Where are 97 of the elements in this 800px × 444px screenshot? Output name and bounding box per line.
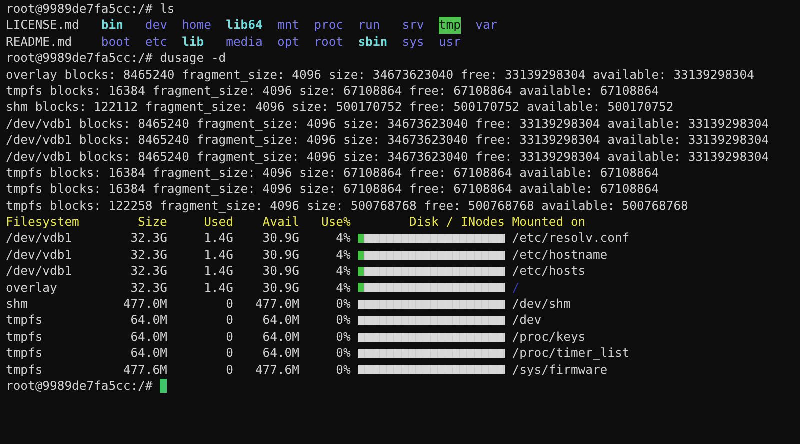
table-cell-text: 64.0M [262,345,300,362]
table-cell-text: 0% [335,328,351,346]
table-cell-text: 4% [335,246,351,264]
table-cell-text: 0% [335,312,351,329]
table-cell-text: /etc/hosts [512,263,587,280]
table-cell-text: 30.9G [262,280,300,296]
table-cell-text: /sys/firmware [512,362,609,378]
table-cell-text: 64.0M [262,312,300,329]
output-line: tmpfs blocks: 16384 fragment_size: 4096 size: 67108864 free: 67108864 available: 67108864 [6,181,660,198]
table-cell-text: tmpfs [6,312,44,329]
directory-name: mnt [277,17,300,34]
table-cell-text: 0% [335,296,351,312]
output-line: tmpfs blocks: 16384 fragment_size: 4096 size: 67108864 free: 67108864 available: 67108864 [6,82,660,100]
column-header: Used [203,214,234,230]
directory-name: run [358,17,380,34]
table-cell-text: 64.0M [130,312,168,329]
directory-name: root [314,34,344,50]
shell-prompt: root@9989de7fa5cc:/# [6,1,153,18]
table-cell-text: /dev/vdb1 [6,263,74,280]
table-cell-text: 64.0M [130,345,168,362]
table-cell-text: 1.4G [203,230,234,247]
file-name: README.md [6,34,72,50]
symlink-name: lib [182,34,204,50]
table-cell-text: 0 [225,296,234,312]
output-line: /dev/vdb1 blocks: 8465240 fragment_size: 4096 size: 34673623040 free: 33139298304 available: 33139298304 [6,116,770,132]
table-cell-text: tmpfs [6,328,44,346]
table-cell-text: 1.4G [203,280,234,296]
symlink-name: bin [101,17,124,34]
table-cell-text: 32.3G [130,263,168,280]
table-cell-text: /etc/hostname [512,246,609,264]
table-cell-text: 0 [225,362,234,378]
symlink-name: sbin [358,34,388,50]
table-cell-text: /etc/resolv.conf [512,230,631,247]
file-name: LICENSE.md [6,17,80,34]
table-cell-text: 477.6M [254,362,300,378]
table-cell-text: tmpfs [6,362,44,378]
directory-name: etc [145,34,168,50]
table-cell-text: shm [6,296,30,312]
table-cell-text: /dev [512,312,543,329]
sticky-directory-name: tmp [438,17,461,34]
table-cell-text: 477.6M [122,362,168,378]
table-cell-text: 32.3G [130,246,168,264]
command-text: dusage -d [160,50,226,67]
table-cell-text: 30.9G [262,230,300,247]
table-cell-text: 64.0M [130,328,168,346]
directory-name: media [226,34,263,50]
table-cell-text: 477.0M [122,296,168,312]
directory-name: boot [101,34,131,50]
table-cell-text: 30.9G [262,246,300,264]
directory-name: dev [145,17,168,34]
directory-name: usr [438,34,461,50]
directory-name: home [182,17,212,34]
output-line: /dev/vdb1 blocks: 8465240 fragment_size: 4096 size: 34673623040 free: 33139298304 available: 33139298304 [6,148,770,165]
command-text: ls [160,1,175,18]
table-cell-text: 1.4G [203,263,234,280]
output-line: tmpfs blocks: 122258 fragment_size: 4096 size: 500768768 free: 500768768 available: 500768768 [6,198,688,214]
shell-prompt: root@9989de7fa5cc:/# [6,50,153,67]
table-cell-text: /dev/vdb1 [6,230,74,247]
table-cell-text: /dev/vdb1 [6,246,74,264]
directory-name: sys [402,34,424,50]
directory-name: srv [402,17,424,34]
directory-name: opt [277,34,300,50]
output-line: tmpfs blocks: 16384 fragment_size: 4096 size: 67108864 free: 67108864 available: 67108864 [6,164,660,182]
directory-name: var [476,17,498,34]
table-cell-text: 0% [335,345,351,362]
table-cell-text: 0 [225,345,234,362]
table-cell-text: 0 [225,328,234,346]
symlink-name: lib64 [226,17,263,34]
column-header: Use% [320,214,351,230]
table-cell-text: overlay [6,280,58,296]
output-line: /dev/vdb1 blocks: 8465240 fragment_size: 4096 size: 34673623040 free: 33139298304 available: 33139298304 [6,132,770,149]
table-cell-text: 0 [225,312,234,329]
table-cell-text: 4% [335,263,351,280]
table-cell-text: / [512,280,521,296]
table-cell-text: 1.4G [203,246,234,264]
table-cell-text: 64.0M [262,328,300,346]
table-cell-text: /dev/shm [512,296,572,312]
column-header: Mounted on [512,214,587,230]
table-cell-text: 32.3G [130,230,168,247]
column-header: Filesystem [6,214,80,230]
table-cell-text: 4% [335,280,351,296]
output-line: overlay blocks: 8465240 fragment_size: 4096 size: 34673623040 free: 33139298304 available: 33139298304 [6,66,754,83]
column-header: Size [137,214,168,230]
cursor [160,379,168,394]
table-cell-text: 4% [335,230,351,247]
directory-name: proc [314,17,344,34]
table-cell-text: 477.0M [254,296,300,312]
shell-prompt: root@9989de7fa5cc:/# [6,378,153,394]
table-cell-text: /proc/timer_list [512,345,631,362]
column-header: Disk / INodes [408,214,506,230]
output-line: shm blocks: 122112 fragment_size: 4096 size: 500170752 free: 500170752 available: 500170752 [6,99,674,116]
table-cell-text: 30.9G [262,263,300,280]
table-cell-text: /proc/keys [512,328,587,346]
table-cell-text: tmpfs [6,345,44,362]
table-cell-text: 32.3G [130,280,168,296]
column-header: Avail [262,214,300,230]
table-cell-text: 0% [335,362,351,378]
